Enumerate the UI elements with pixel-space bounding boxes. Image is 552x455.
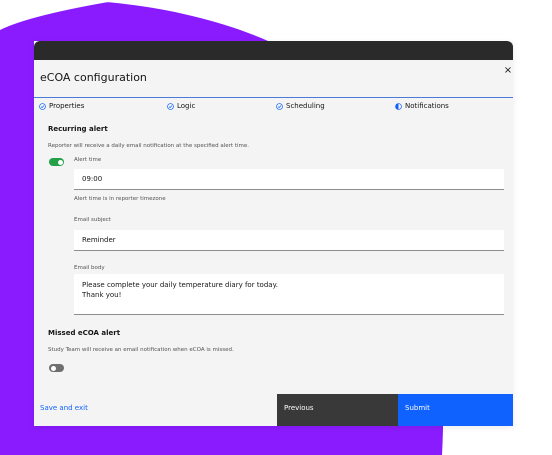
step-logic[interactable]: Logic bbox=[167, 102, 195, 110]
dialog-header: eCOA configuration × bbox=[34, 60, 513, 97]
email-body-line: Thank you! bbox=[82, 291, 122, 299]
progress-indicator: Properties Logic Scheduling Notification… bbox=[34, 97, 513, 116]
check-circle-icon bbox=[39, 102, 46, 110]
check-circle-icon bbox=[276, 102, 283, 110]
configuration-dialog: eCOA configuration × Properties Logic Sc… bbox=[34, 41, 513, 426]
alert-time-value: 09:00 bbox=[82, 175, 103, 183]
previous-button[interactable]: Previous bbox=[277, 394, 398, 426]
email-body-label: Email body bbox=[74, 265, 105, 271]
dialog-top-bar bbox=[34, 41, 513, 60]
step-label: Logic bbox=[177, 102, 196, 110]
close-icon[interactable]: × bbox=[503, 66, 513, 76]
email-body-textarea[interactable]: Please complete your daily temperature d… bbox=[74, 274, 504, 315]
half-circle-icon bbox=[395, 102, 402, 110]
step-label: Notifications bbox=[405, 102, 449, 110]
missed-alert-help: Study Team will receive an email notific… bbox=[48, 347, 234, 353]
step-notifications[interactable]: Notifications bbox=[395, 102, 449, 110]
email-subject-input[interactable]: Reminder bbox=[74, 230, 504, 251]
step-label: Scheduling bbox=[286, 102, 325, 110]
dialog-footer: Save and exit Previous Submit bbox=[34, 394, 513, 426]
step-scheduling[interactable]: Scheduling bbox=[276, 102, 325, 110]
submit-button[interactable]: Submit bbox=[398, 394, 513, 426]
alert-time-input[interactable]: 09:00 bbox=[74, 169, 504, 190]
alert-time-label: Alert time bbox=[74, 157, 102, 163]
email-subject-label: Email subject bbox=[74, 217, 111, 223]
step-label: Properties bbox=[49, 102, 85, 110]
step-properties[interactable]: Properties bbox=[39, 102, 84, 110]
dialog-title: eCOA configuration bbox=[40, 71, 147, 84]
save-and-exit-link[interactable]: Save and exit bbox=[40, 404, 88, 412]
alert-time-help: Alert time is in reporter timezone bbox=[74, 196, 166, 202]
missed-alert-toggle[interactable] bbox=[49, 364, 64, 372]
recurring-alert-help: Reporter will receive a daily email noti… bbox=[48, 143, 249, 149]
recurring-alert-title: Recurring alert bbox=[48, 125, 108, 133]
recurring-alert-toggle[interactable] bbox=[49, 158, 64, 166]
email-body-line: Please complete your daily temperature d… bbox=[82, 281, 278, 289]
email-subject-value: Reminder bbox=[82, 236, 116, 244]
missed-alert-title: Missed eCOA alert bbox=[48, 329, 121, 337]
check-circle-icon bbox=[167, 102, 174, 110]
